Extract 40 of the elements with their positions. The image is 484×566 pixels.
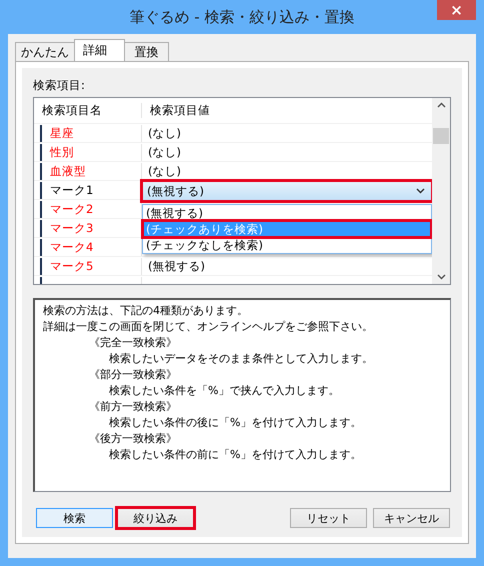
dropdown-option[interactable]: (無視する): [143, 205, 431, 221]
help-heading: 《部分一致検索》: [89, 367, 178, 383]
help-heading: 《後方一致検索》: [89, 431, 178, 447]
action-button[interactable]: キャンセル: [373, 508, 450, 528]
column-header: 検索項目名: [34, 103, 142, 118]
dropdown-field[interactable]: (無視する): [142, 181, 432, 201]
tab[interactable]: かんたん: [15, 42, 75, 61]
tab[interactable]: 詳細: [74, 39, 125, 61]
scrollbar[interactable]: [432, 98, 450, 284]
grid-label: 検索項目:: [33, 78, 86, 93]
field-name-cell: マーク2: [40, 200, 142, 218]
field-name-cell: マーク5: [40, 258, 142, 274]
field-value-cell[interactable]: (なし): [142, 143, 432, 161]
field-name-cell: マーク3: [40, 220, 142, 236]
chevron-down-icon: [416, 188, 425, 194]
field-value-cell[interactable]: (無視する): [142, 257, 432, 275]
dropdown-option[interactable]: (チェックなしを検索): [143, 237, 431, 253]
help-text-line: 検索したい条件の後に「%」を付けて入力します。: [108, 415, 362, 431]
help-text-line: 詳細は一度この画面を閉じて、オンラインヘルプをご参照下さい。: [43, 319, 374, 335]
help-heading: 《前方一致検索》: [89, 399, 178, 415]
action-button[interactable]: リセット: [290, 508, 367, 528]
help-text-line: 検索の方法は、下記の4種類があります。: [43, 303, 249, 319]
scroll-up-icon[interactable]: [436, 102, 446, 108]
action-button[interactable]: 検索: [36, 508, 113, 528]
help-heading: 《完全一致検索》: [89, 335, 178, 351]
field-value-cell[interactable]: (なし): [142, 124, 432, 142]
help-text-line: 検索したい条件を「%」で挟んで入力します。: [108, 383, 340, 399]
help-text-line: 検索したいデータをそのまま条件として入力します。: [108, 351, 374, 367]
column-header: 検索項目値: [149, 103, 211, 118]
scroll-down-icon[interactable]: [436, 274, 446, 280]
window-title: 筆ぐるめ - 検索・絞り込み・置換: [130, 8, 354, 26]
scroll-thumb[interactable]: [433, 128, 449, 144]
action-button[interactable]: 絞り込み: [117, 508, 194, 528]
field-name-cell: 性別: [40, 144, 142, 160]
field-name-cell: 星座: [40, 124, 142, 142]
help-text-line: 検索したい条件の前に「%」を付けて入力します。: [108, 447, 362, 463]
tab[interactable]: 置換: [124, 42, 169, 61]
field-value-cell[interactable]: (なし): [142, 162, 432, 180]
close-button[interactable]: ×: [437, 0, 476, 20]
field-name-cell: マーク4: [40, 238, 142, 256]
